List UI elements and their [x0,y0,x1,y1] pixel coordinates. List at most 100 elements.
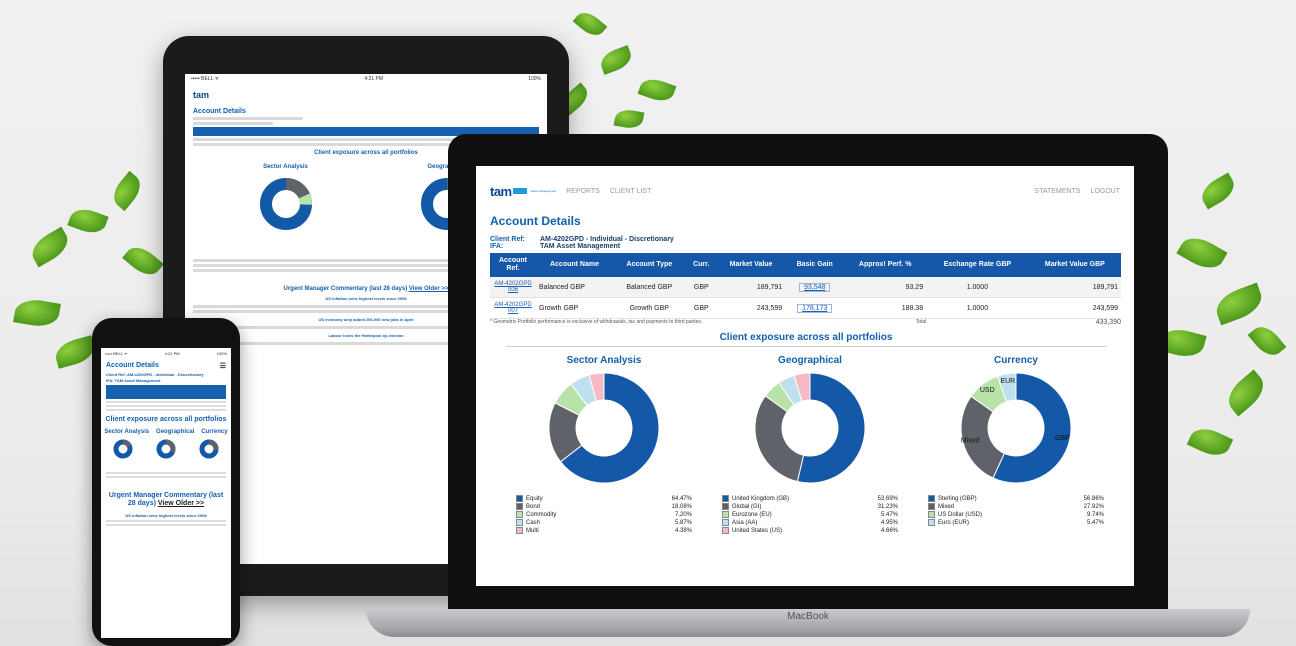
legend-label: Bond [526,504,541,511]
legend-item: Global (GI) 31.23% [722,503,898,511]
table-footer: * Geometric Portfolio performance is exc… [490,319,1121,326]
nav-client-list[interactable]: CLIENT LIST [610,188,652,195]
legend-label: Global (GI) [732,504,762,511]
slice-label: GBP [1055,435,1070,442]
legend-swatch-icon [928,495,935,502]
legend-item: United Kingdom (GB) 53.69% [722,495,898,503]
page-title: Account Details [490,214,581,228]
exchange-rate: 1.0000 [926,297,1029,319]
legend-item: US Dollar (USD) 9.74% [928,511,1104,519]
phone-commentary-title: Urgent Manager Commentary (last 28 days)… [108,492,224,507]
tablet-battery: 100% [528,76,541,82]
legend-label: United Kingdom (GB) [732,496,790,503]
client-ref: Client Ref: AM-4202GPD - Individual - Dis… [490,236,674,243]
legend-item: Equity 64.47% [516,495,692,503]
basic-gain-link[interactable]: 178,173 [785,297,845,319]
phone-news-text [106,520,226,522]
legend-percent: 56.86% [1083,496,1104,502]
phone-view-older-link[interactable]: View Older >> [158,500,204,507]
col-header-market-value: Market Value [716,253,786,277]
legend-item: Bond 18.08% [516,503,692,511]
phone-currency-donut [199,439,219,459]
slice-label: Mixed [961,437,980,444]
panel-title: Sector Analysis [566,355,642,366]
ifa: IFA: TAM Asset Management [490,243,621,250]
account-name: Balanced GBP [536,277,613,298]
legend-swatch-icon [928,503,935,511]
legend-swatch-icon [516,495,523,502]
hamburger-menu-icon[interactable]: ☰ [220,362,226,370]
legend-label: Commodity [526,512,557,519]
tablet-page-title: Account Details [193,108,246,115]
col-header-exchange-rate: Exchange Rate GBP [926,253,1029,277]
exchange-rate: 1.0000 [926,277,1029,298]
panel-geographical: Geographical United Kingdom (GB) 53.69% Glo… [722,355,898,535]
donut-chart [548,372,660,484]
accounts-table: Account Ref. Account Name Account Type Curr… [490,253,1121,319]
nav-reports[interactable]: REPORTS [566,188,600,195]
legend-percent: 53.69% [877,496,898,502]
phone-header: Account Details ☰ [106,362,226,370]
phone-chart-headers: Sector Analysis Geographical Currency [101,429,231,435]
legend-item: Euro (EUR) 5.47% [928,519,1104,527]
panel-title: Currency [994,355,1038,366]
legend-label: United States (US) [732,528,783,535]
table-row: AM-4202GPD007 Growth GBP Growth GBP GBP 243,… [490,297,1121,319]
legend-label: Asia (AA) [732,520,758,527]
account-type: Balanced GBP [612,277,686,298]
tam-logo[interactable]: tam [490,184,512,199]
legend-swatch-icon [722,495,729,502]
tablet-client-ref [193,117,303,120]
legend-label: Cash [526,520,541,527]
laptop-device: tam asset management REPORTS CLIENT LIST… [448,134,1168,616]
phone-sector-title: Sector Analysis [104,429,150,435]
legend-percent: 5.47% [880,512,898,519]
donut-slice-global-gi-[interactable] [754,395,805,483]
legend-percent: 9.74% [1086,512,1104,519]
basic-gain-link[interactable]: 93,548 [785,277,845,298]
col-header-basic-gain: Basic Gain [785,253,845,277]
legend-swatch-icon [722,511,729,519]
basic-gain-value[interactable]: 93,548 [799,282,831,292]
phone-geo-title: Geographical [156,429,195,435]
basic-gain-value[interactable]: 178,173 [797,303,833,313]
legend-item: United States (US) 4.66% [722,527,898,535]
nav-statements[interactable]: STATEMENTS [1034,188,1080,195]
donut-chart [754,372,866,484]
tablet-sector-donut [259,178,312,230]
market-value: 189,791 [716,277,786,298]
market-value: 243,599 [716,297,786,319]
approx-perf: 93.29 [844,277,927,298]
legend-label: US Dollar (USD) [938,512,983,519]
legend-percent: 4.38% [674,528,692,535]
legend-percent: 4.66% [880,528,898,535]
col-header-market-value-gbp: Market Value GBP [1028,253,1121,277]
phone-time: 4:21 PM [164,351,180,356]
legend: Equity 64.47% Bond 18.08% Commodity 7.20% Cash… [516,495,692,535]
col-header-account-name: Account Name [536,253,613,277]
legend: Sterling (GBP) 56.86% Mixed 27.92% US Dollar… [928,495,1104,527]
legend-percent: 4.95% [880,520,898,527]
phone-table-row [106,409,226,411]
legend-item: Eurozone (EU) 5.47% [722,511,898,519]
tablet-sector-title: Sector Analysis [263,164,308,170]
account-ref-link[interactable]: AM-4202GPD006 [490,277,536,298]
col-header-account-type: Account Type [612,253,686,277]
legend-label: Sterling (GBP) [938,496,977,503]
col-header-account-ref: Account Ref. [490,253,536,277]
legend-item: Asia (AA) 4.95% [722,519,898,527]
total-label: Total [915,319,927,325]
donut-chart: GBP Mixed USD EUR [960,372,1072,484]
legend-label: Euro (EUR) [938,520,970,527]
tablet-carrier: ••••• BELL ᯤ [191,76,220,82]
nav-logout[interactable]: LOGOUT [1090,188,1120,195]
phone-table-header [106,385,226,399]
legend-swatch-icon [928,511,935,519]
tablet-ifa [193,122,273,125]
footnote: * Geometric Portfolio performance is exc… [490,319,703,325]
phone-sector-donut [113,439,133,459]
total-value: 433,390 [1095,319,1121,326]
tablet-view-older-link[interactable]: View Older >> [409,286,449,292]
phone-device: ••••• BELL ᯤ 4:21 PM 100% Account Detail… [92,318,240,646]
account-ref-link[interactable]: AM-4202GPD007 [490,297,536,319]
